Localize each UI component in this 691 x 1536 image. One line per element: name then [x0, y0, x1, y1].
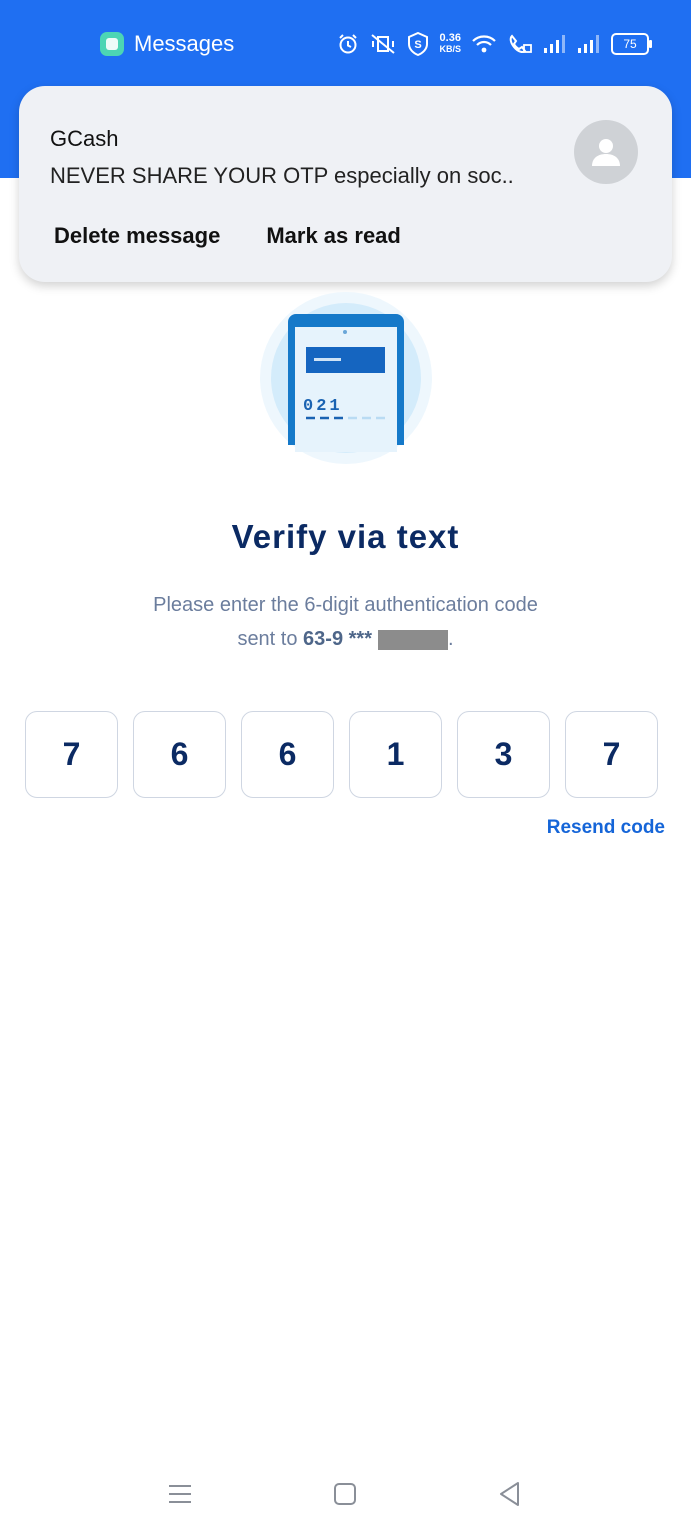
signal-2-icon	[578, 35, 599, 53]
instruction-line-2: sent to 63-9 ***.	[0, 622, 691, 656]
recent-apps-button[interactable]	[160, 1476, 200, 1512]
notification-app-indicator: Messages	[100, 31, 234, 57]
phone-otp-illustration: 021	[260, 292, 432, 464]
otp-input-group: 7 6 6 1 3 7	[25, 711, 658, 798]
notification-sender: GCash	[50, 126, 119, 151]
otp-digit-4[interactable]: 1	[349, 711, 442, 798]
instruction-line-1: Please enter the 6-digit authentication …	[153, 594, 538, 616]
resend-code-link[interactable]: Resend code	[547, 817, 665, 839]
otp-digit-2[interactable]: 6	[133, 711, 226, 798]
signal-1-icon	[544, 35, 565, 53]
shield-icon: S	[408, 32, 429, 56]
svg-text:S: S	[415, 39, 422, 51]
status-icons: S 0.36 KB/S 75	[337, 30, 652, 58]
illustration-code-text: 021	[303, 397, 343, 416]
redacted-block	[377, 629, 448, 650]
status-bar: Messages S 0.36 KB/S 75	[0, 0, 691, 88]
mark-as-read-button[interactable]: Mark as read	[266, 223, 401, 249]
wifi-calling-icon	[509, 34, 532, 53]
otp-digit-3[interactable]: 6	[241, 711, 334, 798]
instruction-suffix: .	[447, 628, 454, 650]
sms-notification-card[interactable]: GCash NEVER SHARE YOUR OTP especially on…	[19, 86, 672, 282]
home-button[interactable]	[325, 1476, 365, 1512]
menu-icon	[169, 1485, 191, 1503]
wifi-icon	[472, 35, 496, 53]
network-speed-value: 0.36	[439, 32, 461, 44]
masked-phone-number: 63-9 ***	[303, 628, 372, 650]
system-navigation-bar	[0, 1466, 691, 1522]
back-button[interactable]	[490, 1476, 530, 1512]
square-icon	[334, 1483, 356, 1505]
battery-indicator: 75	[611, 33, 652, 55]
notification-actions: Delete message Mark as read	[54, 223, 401, 249]
vibrate-mute-icon	[371, 34, 396, 54]
network-speed: 0.36 KB/S	[439, 33, 461, 55]
messages-app-icon	[100, 32, 124, 56]
instruction-prefix: sent to	[237, 628, 298, 650]
back-triangle-icon	[500, 1482, 519, 1506]
otp-digit-1[interactable]: 7	[25, 711, 118, 798]
notification-body: NEVER SHARE YOUR OTP especially on soc..	[50, 163, 514, 188]
network-speed-unit: KB/S	[439, 44, 461, 54]
delete-message-button[interactable]: Delete message	[54, 223, 220, 249]
page-title: Verify via text	[231, 518, 460, 555]
alarm-icon	[339, 34, 358, 54]
otp-digit-5[interactable]: 3	[457, 711, 550, 798]
person-icon	[592, 139, 620, 166]
otp-digit-6[interactable]: 7	[565, 711, 658, 798]
status-app-name: Messages	[134, 31, 235, 56]
instruction-text: Please enter the 6-digit authentication …	[0, 588, 691, 656]
contact-avatar	[574, 120, 638, 184]
